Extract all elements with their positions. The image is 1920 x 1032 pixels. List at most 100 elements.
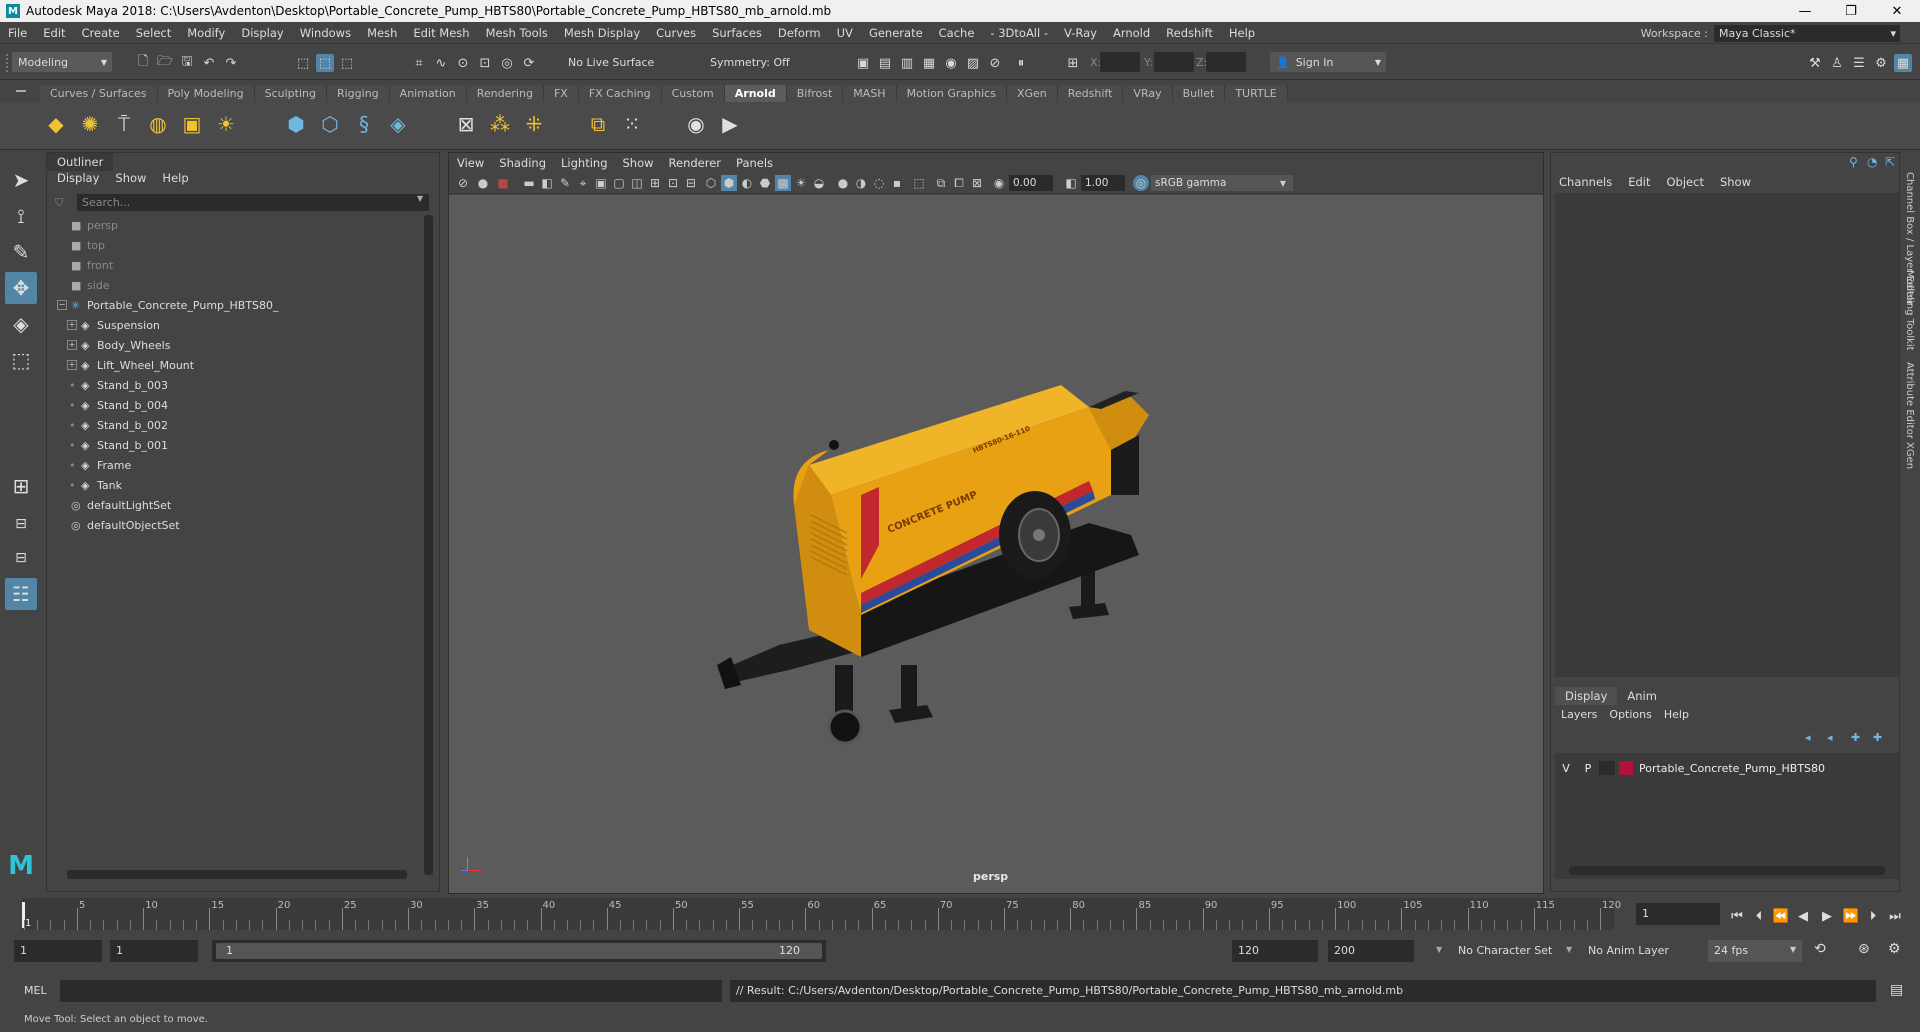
hypershade-icon[interactable]: ◉: [942, 54, 960, 72]
workspace-dropdown[interactable]: Maya Classic* ▾: [1714, 25, 1900, 42]
side-tab-xgen[interactable]: XGen: [1904, 442, 1915, 469]
snap-to-point-icon[interactable]: ⊙: [454, 54, 472, 72]
menu-edit-mesh[interactable]: Edit Mesh: [405, 26, 477, 40]
mesh-light-icon[interactable]: ✺: [76, 110, 104, 138]
arnold-lights-icon[interactable]: ⁜: [520, 110, 548, 138]
layer-playback-toggle[interactable]: P: [1577, 762, 1599, 775]
current-frame-field[interactable]: 1: [1636, 903, 1720, 925]
layer-menu-help[interactable]: Help: [1664, 708, 1689, 721]
menu-arnold[interactable]: Arnold: [1105, 26, 1158, 40]
grid-toggle-icon[interactable]: ⌖: [575, 175, 591, 191]
create-volume-icon[interactable]: ◈: [384, 110, 412, 138]
time-slider[interactable]: 1 5 10 15 20 25 30 35 40 45 50 55 60 65 70 75 80 85 90 95 1…: [0, 898, 1920, 930]
channel-box-menu-object[interactable]: Object: [1667, 175, 1704, 189]
xray-components-icon[interactable]: ⊠: [969, 175, 985, 191]
menu-display[interactable]: Display: [233, 26, 291, 40]
shelf-tab-rigging[interactable]: Rigging: [326, 85, 390, 102]
playback-end-field[interactable]: 120: [1232, 940, 1318, 962]
animation-preferences-icon[interactable]: ⚙: [1888, 941, 1901, 957]
move-layer-down-icon[interactable]: ◂: [1827, 731, 1833, 744]
menu-deform[interactable]: Deform: [770, 26, 829, 40]
menu-help[interactable]: Help: [1221, 26, 1263, 40]
make-live-icon[interactable]: ◎: [498, 54, 516, 72]
ambient-occlusion-icon[interactable]: ●: [835, 175, 851, 191]
filter-icon[interactable]: ⛉: [55, 196, 63, 210]
outliner-item[interactable]: • ◈ Stand_b_001: [57, 435, 417, 455]
menu-windows[interactable]: Windows: [292, 26, 359, 40]
field-chart-icon[interactable]: ⊞: [647, 175, 663, 191]
auto-key-icon[interactable]: ⊛: [1858, 941, 1870, 957]
layer-scrollbar[interactable]: [1569, 866, 1885, 875]
channel-box-menu-show[interactable]: Show: [1720, 175, 1751, 189]
menu-3dtoall[interactable]: - 3DtoAll -: [982, 26, 1056, 40]
shelf-tab-rendering[interactable]: Rendering: [466, 85, 544, 102]
outliner-vertical-scrollbar[interactable]: [424, 215, 433, 875]
layer-row[interactable]: V P Portable_Concrete_Pump_HBTS80: [1555, 759, 1899, 777]
chevron-down-icon[interactable]: ▼: [417, 194, 423, 203]
outliner-item[interactable]: + ◈ Suspension: [57, 315, 417, 335]
close-button[interactable]: ✕: [1874, 0, 1920, 22]
render-settings-icon[interactable]: ▦: [920, 54, 938, 72]
menu-surfaces[interactable]: Surfaces: [704, 26, 770, 40]
viewport-scene[interactable]: CONCRETE PUMP HBTS80-16-110 persp: [449, 195, 1543, 893]
menu-cache[interactable]: Cache: [931, 26, 983, 40]
isolate-select-icon[interactable]: ⬚: [911, 175, 927, 191]
xray-joints-icon[interactable]: ⧠: [951, 175, 967, 191]
menu-modify[interactable]: Modify: [179, 26, 233, 40]
outliner-item[interactable]: • ◈ Stand_b_004: [57, 395, 417, 415]
shelf-tab-curves-surfaces[interactable]: Curves / Surfaces: [40, 85, 158, 102]
image-plane-icon[interactable]: ▬: [521, 175, 537, 191]
smooth-shade-icon[interactable]: ⬢: [721, 175, 737, 191]
2d-pan-zoom-icon[interactable]: ◧: [539, 175, 555, 191]
undo-icon[interactable]: ↶: [200, 54, 218, 72]
anim-layer-dropdown[interactable]: No Anim Layer: [1582, 940, 1686, 962]
wireframe-on-shaded-icon[interactable]: ⬣: [757, 175, 773, 191]
new-layer-icon[interactable]: ✚: [1851, 731, 1860, 744]
shelf-tab-fx[interactable]: FX: [543, 85, 579, 102]
menu-generate[interactable]: Generate: [861, 26, 931, 40]
shelf-tab-animation[interactable]: Animation: [389, 85, 467, 102]
layer-visibility-toggle[interactable]: V: [1555, 762, 1577, 775]
render-current-frame-icon[interactable]: ▤: [876, 54, 894, 72]
outliner-item[interactable]: • ◈ Tank: [57, 475, 417, 495]
redo-icon[interactable]: ↷: [222, 54, 240, 72]
go-to-end-icon[interactable]: ⏭: [1886, 907, 1904, 925]
menu-mesh-display[interactable]: Mesh Display: [556, 26, 648, 40]
pause-icon[interactable]: ⏸: [1012, 54, 1030, 72]
outliner-item[interactable]: + ◈ Lift_Wheel_Mount: [57, 355, 417, 375]
animation-end-field[interactable]: 200: [1328, 940, 1414, 962]
snap-to-grid-icon[interactable]: ⌗: [410, 54, 428, 72]
side-tab-modeling-toolkit[interactable]: Modeling Toolkit: [1904, 270, 1915, 351]
create-curve-collector-icon[interactable]: §: [350, 110, 378, 138]
scale-tool-icon[interactable]: ⬚: [5, 344, 37, 376]
exposure-field[interactable]: 0.00: [1009, 175, 1053, 191]
tx-manager-icon[interactable]: ⁂: [486, 110, 514, 138]
outliner-menu-show[interactable]: Show: [115, 171, 146, 185]
motion-blur-icon[interactable]: ◑: [853, 175, 869, 191]
arnold-play-render-icon[interactable]: ▶: [716, 110, 744, 138]
shelf-tab-arnold[interactable]: Arnold: [724, 85, 787, 102]
menu-curves[interactable]: Curves: [648, 26, 704, 40]
menu-redshift[interactable]: Redshift: [1158, 26, 1221, 40]
shelf-tab-mash[interactable]: MASH: [843, 85, 897, 102]
textured-icon[interactable]: ▩: [775, 175, 791, 191]
shelf-tab-redshift[interactable]: Redshift: [1057, 85, 1124, 102]
default-material-icon[interactable]: ◐: [739, 175, 755, 191]
persp-outliner-layout-icon[interactable]: ⊟: [5, 542, 37, 574]
channel-box-icon[interactable]: ▦: [1894, 54, 1912, 72]
outliner-item[interactable]: • ◈ Frame: [57, 455, 417, 475]
arnold-aov-icon[interactable]: ⁙: [618, 110, 646, 138]
menu-edit[interactable]: Edit: [35, 26, 73, 40]
menu-mesh-tools[interactable]: Mesh Tools: [478, 26, 556, 40]
play-backwards-icon[interactable]: ◀: [1794, 907, 1812, 925]
move-tool-icon[interactable]: ✥: [5, 272, 37, 304]
new-scene-icon[interactable]: 🗋: [134, 54, 152, 72]
single-perspective-view-icon[interactable]: ⊞: [5, 470, 37, 502]
time-ruler[interactable]: 1 5 10 15 20 25 30 35 40 45 50 55 60 65 70 75 80 85 90 95 1…: [22, 898, 1621, 930]
help-icon[interactable]: ◔: [1867, 155, 1877, 169]
depth-of-field-icon[interactable]: ▪: [889, 175, 905, 191]
live-surface-dropdown[interactable]: No Live Surface: [562, 52, 662, 72]
minimize-button[interactable]: —: [1782, 0, 1828, 22]
shadows-icon[interactable]: ◒: [811, 175, 827, 191]
flush-texture-cache-icon[interactable]: ⊠: [452, 110, 480, 138]
